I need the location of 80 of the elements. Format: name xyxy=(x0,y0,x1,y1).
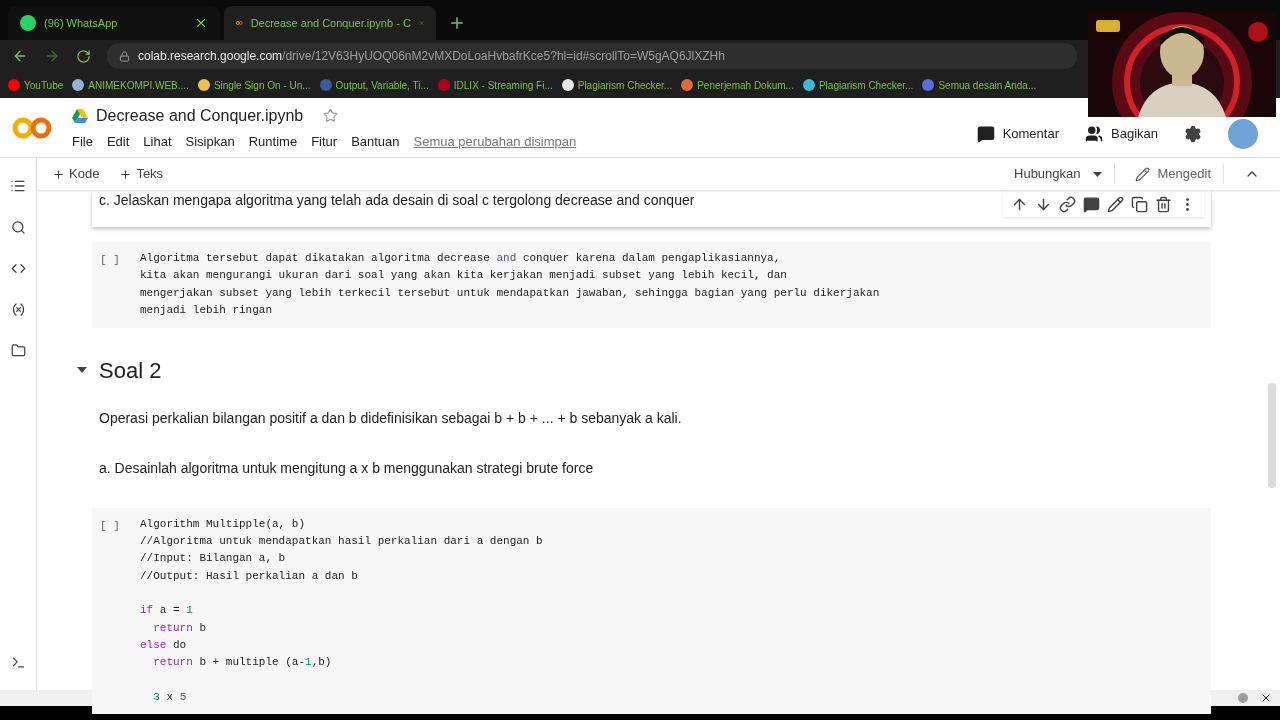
close-icon[interactable] xyxy=(194,16,208,30)
connect-button[interactable]: Hubungkan xyxy=(1014,164,1115,184)
tab-title: (96) WhatsApp xyxy=(44,15,119,31)
lock-icon xyxy=(119,50,130,62)
editing-mode-button[interactable]: Mengedit xyxy=(1134,164,1224,184)
delete-icon[interactable] xyxy=(1155,196,1172,213)
address-bar[interactable]: colab.research.google.com/drive/12V63HyUOQ06nM2vMXDoLoaHvbafrKce5?hl=id#scrollTo=W5gAQ6JlXZHh xyxy=(107,43,1077,69)
comment-icon xyxy=(976,124,995,143)
header-action-button[interactable]: Bagikan xyxy=(1085,123,1158,144)
code-line: if a = 1 xyxy=(140,603,194,619)
reload-icon[interactable] xyxy=(76,48,91,64)
pencil-icon xyxy=(1134,166,1150,182)
menu-item[interactable]: Sisipkan xyxy=(185,131,235,152)
header-action-button[interactable]: Komentar xyxy=(976,123,1059,144)
code-line: Algorithm Multipple(a, b) xyxy=(140,516,307,532)
account-avatar[interactable] xyxy=(1228,118,1258,149)
code-line: kita akan mengurangi ukuran dari soal yang akan kita kerjakan menjadi subset yang lebih kecil, dan xyxy=(140,268,788,284)
run-cell-button[interactable]: [ ] xyxy=(100,517,124,707)
drive-icon xyxy=(72,108,88,123)
code-line: return b + multiple (a-1,b) xyxy=(152,655,333,671)
menu-item[interactable]: Runtime xyxy=(248,131,298,152)
plus-icon xyxy=(52,167,65,181)
bookmark[interactable]: Single Sign On - Un... xyxy=(197,77,311,93)
notebook-title[interactable]: Decrease and Conquer.ipynb xyxy=(96,103,304,128)
run-cell-button[interactable]: [ ] xyxy=(100,252,124,320)
tab-title: Decrease and Conquer.ipynb - C xyxy=(250,15,411,31)
settings-icon[interactable] xyxy=(1184,124,1202,143)
bookmark[interactable]: Semua desain Anda... xyxy=(922,77,1037,93)
bookmark[interactable]: YouTube xyxy=(8,77,64,93)
code-line: //Output: Hasil perkalian a dan b xyxy=(140,568,359,584)
search-icon[interactable] xyxy=(10,220,26,235)
browser-tab[interactable]: (96) WhatsApp xyxy=(8,6,220,40)
save-status-link[interactable]: Semua perubahan disimpan xyxy=(413,131,577,152)
bookmark[interactable]: IDLIX - Streaming Fi... xyxy=(437,77,553,93)
bookmark[interactable]: Plagiarism Checker... xyxy=(561,77,673,93)
cell-text: Operasi perkalian bilangan positif a dan b didefinisikan sebagai b + b + ... + b sebanyak a kali. xyxy=(99,409,682,426)
code-line: Algoritma tersebut dapat dikatakan algoritma decrease and conquer karena dalam pengaplikasiannya, xyxy=(140,251,782,266)
people-icon xyxy=(1085,124,1103,143)
move-up-icon[interactable] xyxy=(1011,196,1028,213)
code-line: //Input: Bilangan a, b xyxy=(140,551,287,567)
code-line: //Algoritma untuk mendapatkan hasil perkalian dari a dengan b xyxy=(140,534,543,550)
browser-tab[interactable]: Decrease and Conquer.ipynb - C xyxy=(224,6,436,40)
terminal-icon[interactable] xyxy=(10,655,26,670)
code-line: 3 x 5 xyxy=(152,689,188,705)
close-icon[interactable] xyxy=(1260,692,1272,704)
variables-icon[interactable] xyxy=(10,302,26,317)
mirror-cell-icon[interactable] xyxy=(1131,196,1148,213)
add-cell-button[interactable]: Kode xyxy=(52,164,100,184)
menu-item[interactable]: Bantuan xyxy=(351,131,400,152)
folder-icon[interactable] xyxy=(10,343,26,358)
menu-item[interactable]: Fitur xyxy=(311,131,338,152)
edit-icon[interactable] xyxy=(1107,196,1124,213)
code-line: else do xyxy=(140,638,188,654)
cell-text: a. Desainlah algoritma untuk mengitung a x b menggunakan strategi brute force xyxy=(99,459,594,476)
new-tab-icon[interactable] xyxy=(448,14,466,32)
code-line: mengerjakan subset yang lebih terkecil tersebut untuk mendapatkan jawaban, sehingga bagian yang perlu dikerjakan xyxy=(140,285,880,301)
plus-icon xyxy=(119,167,133,181)
back-icon[interactable] xyxy=(12,48,28,64)
bookmark[interactable]: ANIMEKOMPI.WEB.... xyxy=(72,77,189,93)
caret-icon xyxy=(1092,171,1102,177)
collapse-caret-icon[interactable] xyxy=(77,367,87,374)
cell-text: c. Jelaskan mengapa algoritma yang telah ada desain di soal c tergolong decrease and conquer xyxy=(99,191,695,210)
code-line: return b xyxy=(152,620,207,636)
bookmark[interactable]: Penerjemah Dokum... xyxy=(681,77,794,93)
section-heading: Soal 2 xyxy=(99,356,162,385)
move-down-icon[interactable] xyxy=(1035,196,1052,213)
add-cell-button[interactable]: Teks xyxy=(119,164,164,184)
link-icon[interactable] xyxy=(1059,196,1076,213)
code-line: menjadi lebih ringan xyxy=(140,303,274,319)
star-icon[interactable] xyxy=(323,108,339,124)
colab-logo-icon xyxy=(12,115,52,140)
menu-item[interactable]: Edit xyxy=(106,131,130,152)
forward-icon[interactable] xyxy=(44,48,60,64)
code-icon[interactable] xyxy=(10,261,26,276)
table-of-contents-icon[interactable] xyxy=(10,178,26,194)
menu-item[interactable]: File xyxy=(72,131,93,152)
menu-item[interactable]: Lihat xyxy=(143,131,172,152)
bookmark[interactable]: Plagiarism Checker... xyxy=(802,77,914,93)
comment-icon[interactable] xyxy=(1083,196,1100,213)
bookmark[interactable]: Output, Variable, Ti... xyxy=(319,77,429,93)
